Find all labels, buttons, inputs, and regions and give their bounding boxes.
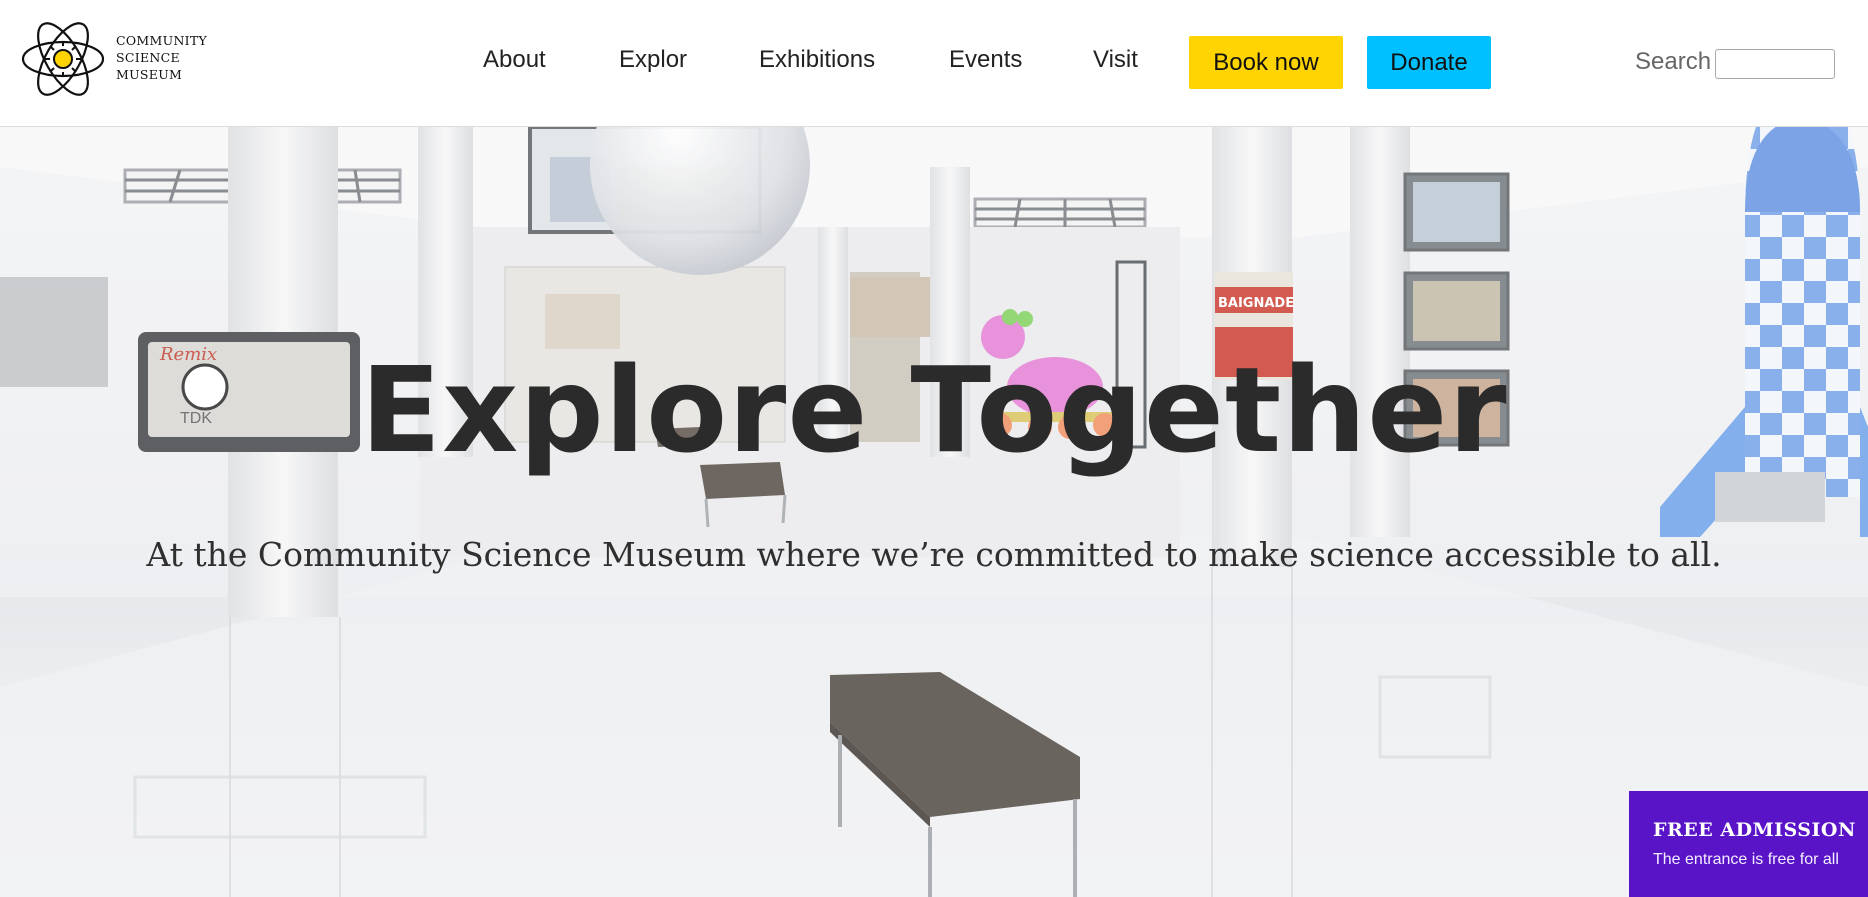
search-label: Search (1635, 48, 1712, 75)
hero-section: Remix TDK BAIGNADE Explore Together At t… (0, 127, 1868, 897)
nav-visit[interactable]: Visit (1093, 46, 1138, 74)
nav-exhibitions[interactable]: Exhibitions (759, 46, 875, 74)
admission-text: The entrance is free for all (1653, 851, 1839, 868)
hero-overlay (0, 127, 1868, 897)
free-admission-banner[interactable]: FREE ADMISSION The entrance is free for … (1629, 791, 1868, 897)
nav-events[interactable]: Events (949, 46, 1022, 74)
site-header: COMMUNITY SCIENCE MUSEUM About Explor Ex… (0, 0, 1868, 127)
nav-explore[interactable]: Explor (619, 46, 687, 74)
site-logo[interactable]: COMMUNITY SCIENCE MUSEUM (20, 16, 220, 102)
nav-about[interactable]: About (483, 46, 546, 74)
atom-sun-icon (21, 22, 105, 96)
donate-button[interactable]: Donate (1367, 36, 1491, 89)
logo-line-1: COMMUNITY (116, 33, 208, 48)
hero-title: Explore Together (360, 341, 1508, 479)
book-now-button[interactable]: Book now (1189, 36, 1343, 89)
logo-text: COMMUNITY SCIENCE MUSEUM (116, 32, 226, 83)
search-input[interactable] (1715, 49, 1835, 79)
admission-title: FREE ADMISSION (1653, 819, 1856, 841)
logo-line-2: SCIENCE (116, 50, 180, 65)
logo-line-3: MUSEUM (116, 67, 183, 82)
hero-subtitle: At the Community Science Museum where we… (146, 535, 1722, 574)
